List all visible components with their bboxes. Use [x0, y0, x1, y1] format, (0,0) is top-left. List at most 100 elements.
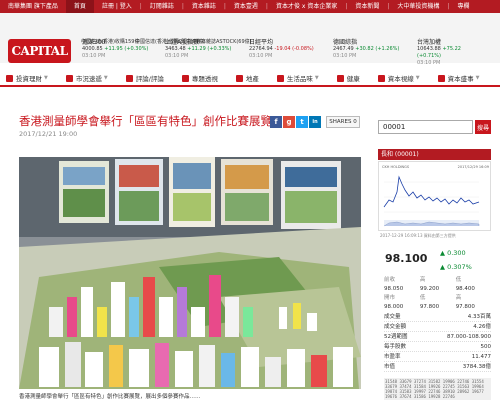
ticker-time: 03:10 PM: [82, 53, 106, 59]
stat-label: 成交金額: [384, 324, 407, 330]
quote-table-row: 98.000 97.800 97.800: [384, 303, 491, 312]
divider: |: [447, 3, 450, 10]
ticker-value: 2467.49: [333, 46, 354, 52]
chevron-down-icon: ▼: [103, 75, 108, 81]
google-plus-icon[interactable]: g: [283, 116, 295, 128]
register-login-link[interactable]: 註冊 | 登入: [94, 0, 140, 13]
nav-item-investment[interactable]: 投資理財 ▼: [6, 73, 48, 83]
nav-label: 健康: [346, 75, 360, 83]
ticker-value: 3463.48: [165, 46, 186, 52]
ticker-change: +30.82 (+1.26%): [355, 46, 400, 52]
article-title: 香港測量師學會舉行「區區有特色」創作比賽展覽: [19, 114, 272, 128]
facebook-icon[interactable]: f: [270, 116, 282, 128]
stat-value: 4.33百萬: [467, 314, 491, 320]
twitter-icon[interactable]: t: [296, 116, 308, 128]
capital-logo[interactable]: CAPITAL: [8, 39, 71, 63]
stock-change: ▲ 0.300: [440, 249, 466, 257]
nav-label: 專題透視: [191, 75, 218, 83]
nav-label: 資本盛事: [447, 75, 474, 83]
nav-label: 生活品味: [286, 75, 313, 83]
nav-label: 地產: [245, 75, 259, 83]
nav-item-market[interactable]: 市況速遞 ▼: [65, 73, 108, 83]
table-cell: 98.050: [384, 286, 404, 292]
shares-counter[interactable]: SHARES 0: [326, 116, 360, 128]
ticker-taiwan[interactable]: 台灣加權 10643.88 +75.22 (+0.71%) 03:10 PM: [417, 39, 486, 75]
home-link[interactable]: 首頁: [65, 0, 94, 13]
capital-news-link[interactable]: 資本新聞: [347, 0, 387, 13]
ticker-name: 滬深300: [82, 39, 106, 46]
nav-item-features[interactable]: 專題透視: [181, 73, 218, 83]
ticker-change: -19.04 (-0.08%): [274, 46, 314, 52]
ticker-csi300[interactable]: 滬深300 4000.85 +11.95 (+0.30%) 03:10 PM: [82, 39, 151, 75]
ticker-germany[interactable]: 德國綜指 2467.49 +30.82 (+1.26%) 03:10 PM: [333, 39, 402, 75]
stat-value: 4.26億: [473, 324, 491, 330]
ticker-time: 03:10 PM: [165, 53, 189, 59]
divider: |: [387, 3, 390, 10]
greater-china-link[interactable]: 大中華投資機構: [389, 0, 447, 13]
quote-table-header: 前收 高 低: [384, 276, 491, 285]
stat-row: 每手股數 500: [384, 343, 491, 352]
table-cell: 98.000: [384, 304, 404, 310]
stat-label: 52週範圍: [384, 334, 408, 340]
table-cell: 97.800: [455, 304, 475, 310]
exhibition-model-image: [19, 157, 361, 389]
stock-search-input[interactable]: [378, 120, 473, 134]
feature-icon: [181, 74, 189, 82]
linkedin-icon[interactable]: in: [309, 116, 321, 128]
stock-percent: ▲ 0.307%: [440, 263, 472, 271]
nav-item-health[interactable]: 健康: [336, 73, 360, 83]
ticker-change: +11.95 (+0.30%): [104, 46, 149, 52]
table-cell: 99.200: [419, 286, 440, 292]
capital-weekly-link[interactable]: 資本壹週: [226, 0, 266, 13]
stat-row: 成交量 4.33百萬: [384, 313, 491, 322]
ticker-name: 日經平均: [249, 39, 274, 46]
eye-icon: [377, 74, 385, 82]
chevron-down-icon: ▼: [415, 75, 420, 81]
ticker-shanghai-a[interactable]: 上證A股指數 3463.48 +11.29 (+0.33%) 03:10 PM: [165, 39, 234, 75]
stock-price: 98.100: [385, 252, 428, 265]
nav-item-property[interactable]: 地產: [235, 73, 259, 83]
health-icon: [336, 74, 344, 82]
chart-stamp-left: CKH HOLDINGS: [382, 165, 410, 169]
top-bar: 南華集團 旗下產品 首頁 註冊 | 登入 | 訂閱雜誌 | 資本雜誌 | 資本壹…: [0, 0, 500, 13]
nav-label: 市況速遞: [75, 75, 102, 83]
divider: |: [345, 3, 348, 10]
divider: |: [223, 3, 226, 10]
stat-label: 每手股數: [384, 344, 407, 350]
divider: |: [265, 3, 268, 10]
table-cell: 97.800: [419, 304, 440, 310]
divider: |: [181, 3, 184, 10]
article-photo: [19, 157, 361, 389]
subscribe-link[interactable]: 訂閱雜誌: [142, 0, 182, 13]
article-date: 2017/12/21 19:00: [19, 130, 78, 138]
market-icon: [65, 74, 73, 82]
nav-item-lifestyle[interactable]: 生活品味 ▼: [276, 73, 319, 83]
ticker-name: 德國綜指: [333, 39, 358, 46]
chart-icon: [6, 74, 13, 82]
group-products-link[interactable]: 南華集團 旗下產品: [0, 0, 66, 13]
ticker-nikkei[interactable]: 日經平均 22764.94 -19.04 (-0.08%) 03:10 PM: [249, 39, 318, 75]
stat-value: 11.477: [471, 354, 491, 360]
ticker-time: 03:10 PM: [417, 60, 441, 66]
ticker-name: 上證A股指數: [165, 39, 200, 46]
stat-label: 市值: [384, 364, 396, 370]
event-icon: [437, 74, 445, 82]
nav-item-commentary[interactable]: 評論/評論: [125, 73, 164, 83]
chevron-down-icon: ▼: [475, 75, 480, 81]
chart-stamp-right: 2017/12/29 16:09: [458, 165, 489, 169]
ticker-value: 4000.85: [82, 46, 103, 52]
column-link[interactable]: 專欄: [449, 0, 477, 13]
nav-item-events[interactable]: 資本盛事 ▼: [437, 73, 480, 83]
capital-talent-link[interactable]: 資本才俊 x 資本企業家: [268, 0, 345, 13]
stat-label: 市盈率: [384, 354, 401, 360]
capital-magazine-link[interactable]: 資本雜誌: [184, 0, 224, 13]
chart-footer: 2017-12-29 16:09:13 資料由第三方提供: [380, 233, 456, 238]
main-nav: 投資理財 ▼ 市況速遞 ▼ 評論/評論 專題透視 地產 生活品味 ▼ 健康 資本視線 ▼…: [0, 71, 500, 87]
table-cell: 前收: [384, 277, 396, 283]
table-cell: 低: [419, 295, 426, 301]
nav-item-vision[interactable]: 資本視線 ▼: [377, 73, 420, 83]
headline-strip: 中國信達(香港)收購159億 中國信達(香港)收購28億(69億) 資本雜誌AS…: [0, 26, 500, 45]
quote-table: 前收 高 低 98.050 99.200 98.400 開市 低 高 98.00…: [384, 276, 491, 312]
divider: |: [139, 3, 142, 10]
search-button[interactable]: 搜尋: [475, 120, 491, 134]
